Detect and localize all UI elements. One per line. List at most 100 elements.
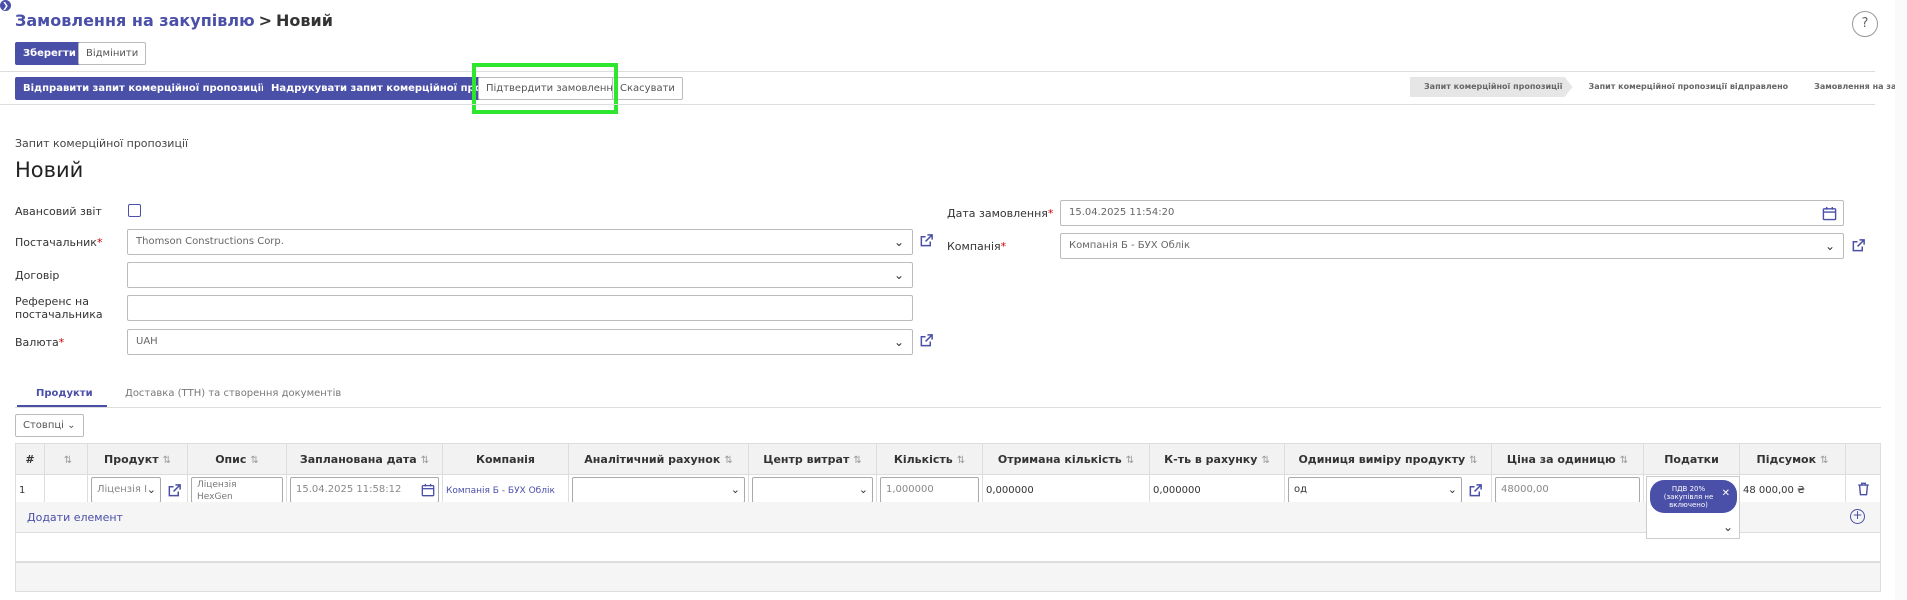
chevron-down-icon: ⌄ xyxy=(858,483,868,496)
add-line-link[interactable]: Додати елемент xyxy=(27,511,123,524)
sort-icon[interactable]: ⇅ xyxy=(421,455,429,466)
help-icon[interactable]: ? xyxy=(1852,11,1878,37)
col-invoiced-qty[interactable]: К-ть в рахунку ⇅ xyxy=(1149,443,1285,475)
sort-icon[interactable]: ⇅ xyxy=(1261,455,1269,466)
sort-icon[interactable]: ⇅ xyxy=(1820,455,1828,466)
col-unit-price[interactable]: Ціна за одиницю ⇅ xyxy=(1491,443,1644,475)
advance-report-label: Авансовий звіт xyxy=(15,205,102,218)
external-link-icon[interactable] xyxy=(167,483,182,498)
analytic-cell[interactable]: ⌄ xyxy=(568,474,749,506)
order-date-label: Дата замовлення* xyxy=(947,207,1054,220)
product-cell[interactable]: Ліцензія I ⌄ xyxy=(87,474,188,506)
sort-icon[interactable]: ⇅ xyxy=(1126,455,1134,466)
tax-tag[interactable]: ПДВ 20% (закупівля не включено) ✕ xyxy=(1650,480,1737,513)
cost-center-cell[interactable]: ⌄ xyxy=(748,474,877,506)
scrollbar[interactable] xyxy=(1895,0,1907,600)
trash-icon[interactable] xyxy=(1857,482,1870,496)
description-textarea[interactable]: Ліцензія HexGen xyxy=(191,477,283,503)
sort-icon[interactable]: ⇅ xyxy=(1469,455,1477,466)
breadcrumb-current: Новий xyxy=(276,11,333,30)
col-received-qty[interactable]: Отримана кількість ⇅ xyxy=(982,443,1150,475)
col-planned-date[interactable]: Запланована дата ⇅ xyxy=(286,443,443,475)
cancel-order-button[interactable]: Скасувати xyxy=(612,77,683,100)
col-actions xyxy=(1845,443,1881,475)
unit-price-input[interactable]: 48000,00 xyxy=(1495,477,1640,503)
external-link-icon[interactable] xyxy=(919,233,934,248)
col-sort-handle[interactable]: ⇅ xyxy=(44,443,88,475)
col-uom[interactable]: Одиниця виміру продукту ⇅ xyxy=(1284,443,1492,475)
description-cell[interactable]: Ліцензія HexGen xyxy=(187,474,287,506)
col-analytic-account[interactable]: Аналітичний рахунок ⇅ xyxy=(568,443,749,475)
divider xyxy=(0,71,1875,72)
add-circle-icon[interactable]: + xyxy=(1850,509,1865,524)
supplier-select[interactable]: Thomson Constructions Corp. ⌄ xyxy=(127,229,913,255)
planned-date-input[interactable]: 15.04.2025 11:58:12 xyxy=(290,477,439,503)
advance-report-checkbox[interactable] xyxy=(128,204,141,217)
stage-rfq[interactable]: Запит комерційної пропозиції xyxy=(1410,77,1573,97)
sort-icon[interactable]: ⇅ xyxy=(163,455,171,466)
col-subtotal[interactable]: Підсумок ⇅ xyxy=(1739,443,1846,475)
breadcrumb: Замовлення на закупівлю > Новий xyxy=(15,11,333,30)
row-number: 1 xyxy=(15,474,45,506)
save-button[interactable]: Зберегти xyxy=(15,42,84,65)
breadcrumb-parent-link[interactable]: Замовлення на закупівлю xyxy=(15,11,255,30)
company-select[interactable]: Компанія Б - БУХ Облік ⌄ xyxy=(1060,233,1844,259)
stage-rfq-sent[interactable]: Запит комерційної пропозиції відправлено xyxy=(1575,77,1799,97)
chevron-down-icon: ⌄ xyxy=(893,268,904,282)
discard-button[interactable]: Відмінити xyxy=(78,42,147,65)
tab-products[interactable]: Продукти xyxy=(36,388,93,399)
order-date-input[interactable]: 15.04.2025 11:54:20 xyxy=(1060,200,1844,226)
quantity-cell[interactable]: 1,000000 xyxy=(876,474,983,506)
company-cell[interactable]: Компанія Б - БУХ Облік xyxy=(442,474,569,506)
contract-select[interactable]: ⌄ xyxy=(127,262,913,288)
sort-icon[interactable]: ⇅ xyxy=(250,455,258,466)
cost-center-select[interactable]: ⌄ xyxy=(752,477,873,503)
company-link[interactable]: Компанія Б - БУХ Облік xyxy=(446,486,555,496)
supplier-reference-label: Референс на постачальника xyxy=(15,295,103,321)
sort-icon[interactable]: ⇅ xyxy=(64,455,72,466)
external-link-icon[interactable] xyxy=(919,333,934,348)
quantity-input[interactable]: 1,000000 xyxy=(880,477,979,503)
col-description[interactable]: Опис ⇅ xyxy=(187,443,287,475)
col-quantity[interactable]: Кількість ⇅ xyxy=(876,443,983,475)
uom-select[interactable]: од ⌄ xyxy=(1288,477,1462,503)
drag-handle-cell[interactable] xyxy=(44,474,88,506)
external-link-icon[interactable] xyxy=(1851,238,1866,253)
chevron-down-icon: ⌄ xyxy=(1824,239,1835,253)
sort-icon[interactable]: ⇅ xyxy=(853,455,861,466)
col-cost-center[interactable]: Центр витрат ⇅ xyxy=(748,443,877,475)
external-link-icon[interactable] xyxy=(1468,483,1483,498)
status-bar: Запит комерційної пропозиції Запит комер… xyxy=(1410,77,1907,97)
product-select[interactable]: Ліцензія I ⌄ xyxy=(91,477,161,503)
sidebar-toggle-icon[interactable]: ❯ xyxy=(0,0,11,11)
close-icon[interactable]: ✕ xyxy=(1722,489,1730,499)
analytic-account-select[interactable]: ⌄ xyxy=(572,477,745,503)
stage-purchase-order[interactable]: Замовлення на закупівлю xyxy=(1800,77,1907,97)
actions-cell[interactable] xyxy=(1845,474,1881,506)
tab-delivery[interactable]: Доставка (ТТН) та створення документів xyxy=(125,388,341,399)
supplier-reference-input[interactable] xyxy=(127,295,913,321)
taxes-dropdown[interactable]: ПДВ 20% (закупівля не включено) ✕ ⌄ xyxy=(1646,476,1740,539)
tabs-divider xyxy=(15,407,1881,408)
divider xyxy=(0,104,1875,105)
record-subtitle: Запит комерційної пропозиції xyxy=(15,137,189,150)
col-product[interactable]: Продукт ⇅ xyxy=(87,443,188,475)
subtotal-cell: 48 000,00 ₴ xyxy=(1739,474,1846,506)
sort-icon[interactable]: ⇅ xyxy=(724,455,732,466)
chevron-down-icon[interactable]: ⌄ xyxy=(1723,520,1733,534)
sort-icon[interactable]: ⇅ xyxy=(1620,455,1628,466)
sort-icon[interactable]: ⇅ xyxy=(957,455,965,466)
calendar-icon[interactable] xyxy=(421,483,435,497)
unit-price-cell[interactable]: 48000,00 xyxy=(1491,474,1644,506)
planned-date-cell[interactable]: 15.04.2025 11:58:12 xyxy=(286,474,443,506)
currency-select[interactable]: UAH ⌄ xyxy=(127,329,913,355)
table-row: 1 Ліцензія I ⌄ Ліцензія HexGen 15.04.2025 … xyxy=(15,474,1881,506)
chevron-down-icon: ⌄ xyxy=(1447,483,1457,496)
currency-value: UAH xyxy=(136,336,158,347)
col-company: Компанія xyxy=(442,443,569,475)
company-label: Компанія* xyxy=(947,240,1007,253)
calendar-icon[interactable] xyxy=(1822,206,1837,221)
chevron-down-icon: ⌄ xyxy=(730,483,740,496)
uom-cell[interactable]: од ⌄ xyxy=(1284,474,1492,506)
columns-button[interactable]: Стовпці ⌄ xyxy=(15,414,84,437)
